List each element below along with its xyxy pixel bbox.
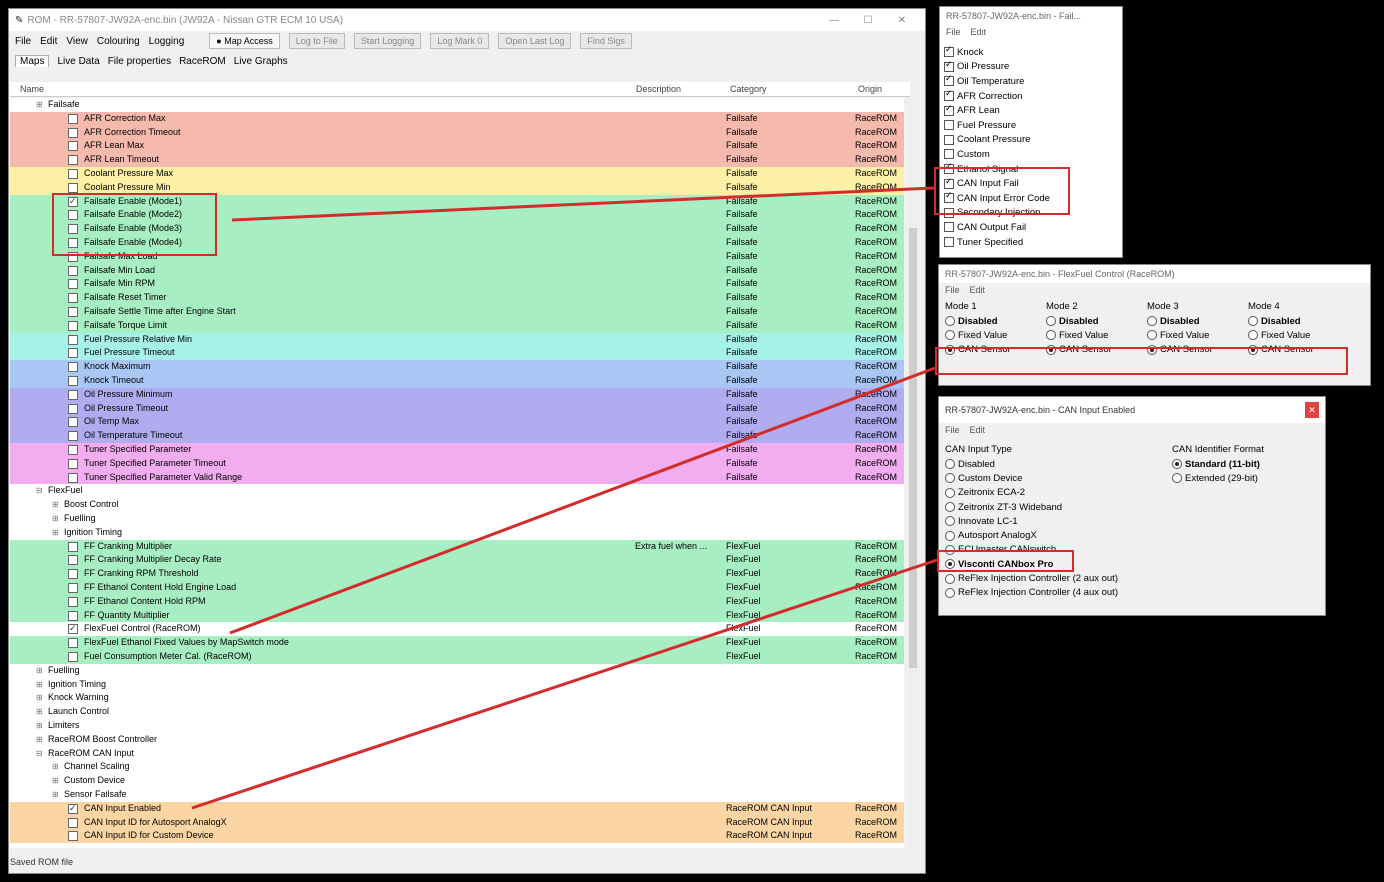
connector-can-input — [191, 558, 938, 810]
connector-failsafe — [231, 186, 935, 222]
connector-lines — [191, 186, 938, 810]
connector-flexfuel — [229, 366, 936, 635]
